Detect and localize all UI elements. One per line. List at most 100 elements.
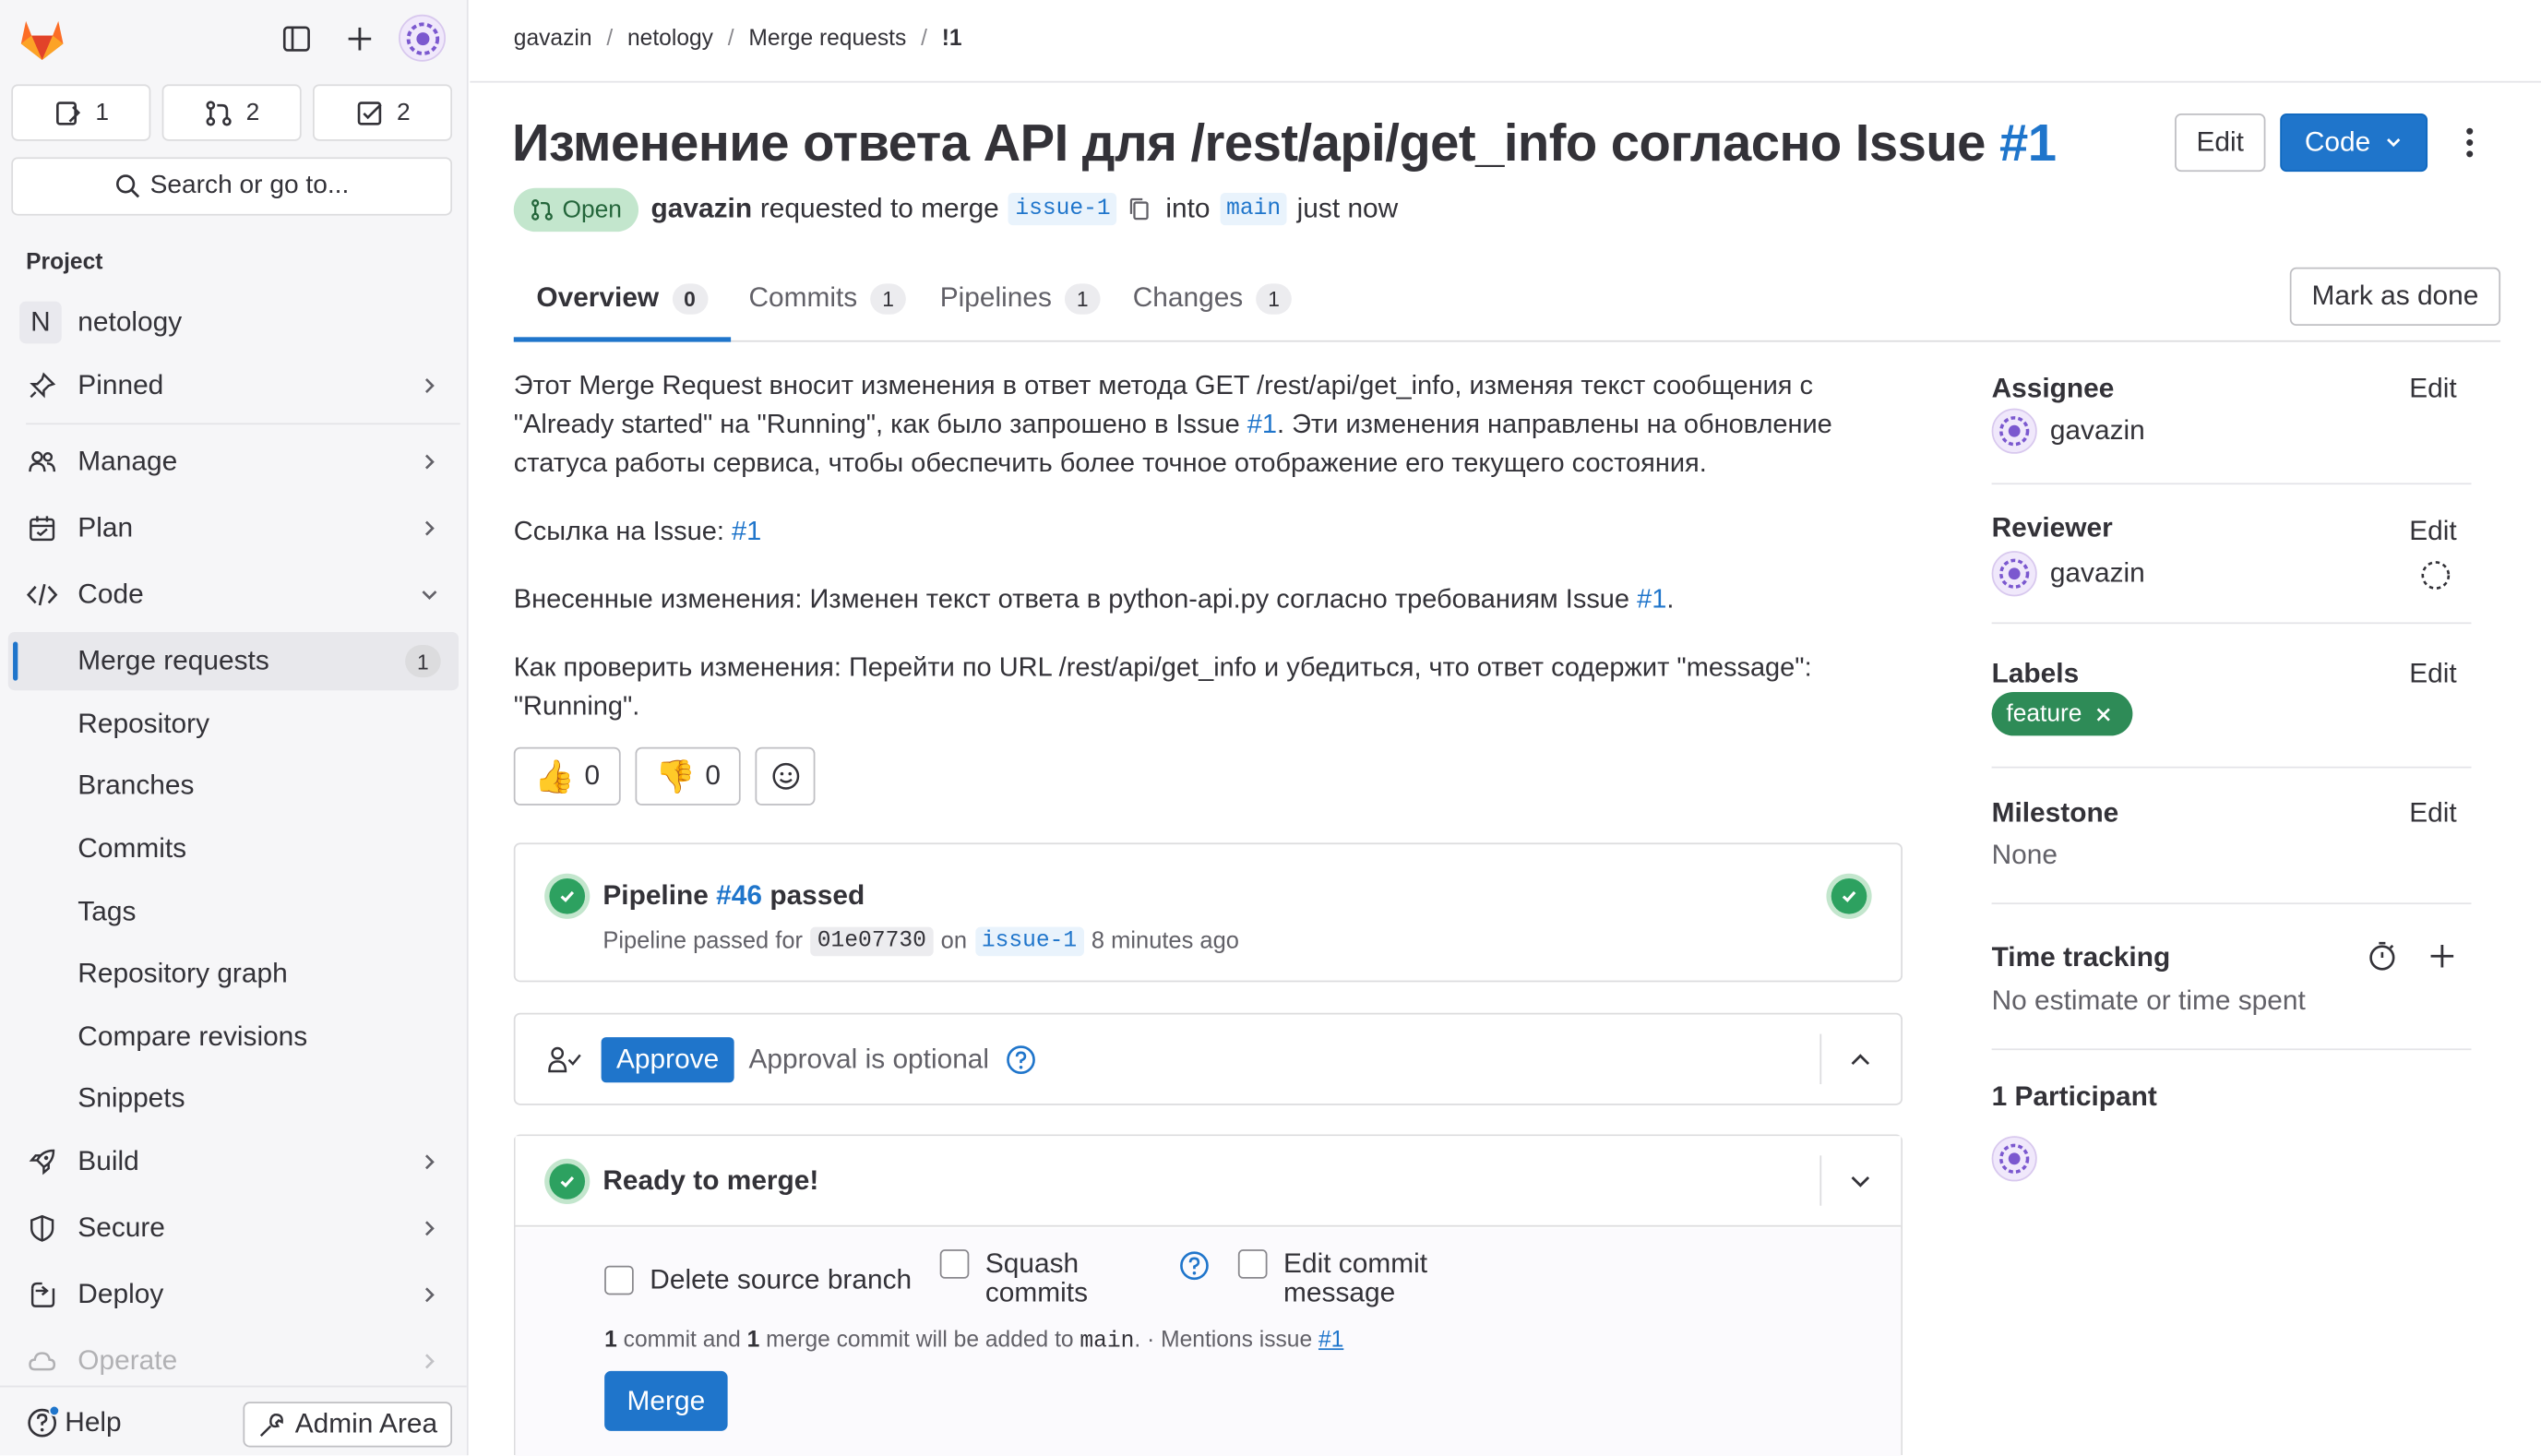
pipeline-on-text: on [940, 928, 968, 955]
merge-info-count: 1 [604, 1325, 617, 1352]
assignee-edit-button[interactable]: Edit [2409, 373, 2456, 405]
code-dropdown-button[interactable]: Code [2280, 113, 2428, 173]
cloud-icon [26, 1345, 58, 1378]
gitlab-logo-icon[interactable] [17, 13, 68, 65]
sidebar-item-deploy[interactable]: Deploy [0, 1266, 467, 1324]
milestone-edit-button[interactable]: Edit [2409, 797, 2456, 829]
labels-edit-button[interactable]: Edit [2409, 658, 2456, 690]
breadcrumb-item[interactable]: netology [627, 24, 713, 50]
participant-avatar[interactable] [1991, 1136, 2037, 1182]
approval-widget: Approve Approval is optional [513, 1012, 1903, 1105]
issue-link[interactable]: #1 [1247, 410, 1277, 439]
sidebar-item-pinned[interactable]: Pinned [0, 356, 467, 414]
merge-requests-count-button[interactable]: 2 [161, 84, 302, 141]
code-icon [26, 579, 58, 611]
merge-request-icon [206, 100, 232, 125]
edit-commit-message-option[interactable]: Edit commit message [1237, 1248, 1427, 1307]
breadcrumb-current[interactable]: !1 [942, 24, 962, 50]
sidebar-item-repository-graph[interactable]: Repository graph [0, 945, 467, 1003]
question-icon[interactable] [1178, 1249, 1211, 1282]
sidebar-item-repository[interactable]: Repository [0, 695, 467, 753]
stopwatch-icon[interactable] [2366, 940, 2398, 973]
issue-link[interactable]: #1 [1999, 113, 2057, 172]
squash-commits-option[interactable]: Squash commits [939, 1248, 1088, 1307]
todos-count-button[interactable]: 2 [312, 84, 453, 141]
mr-description: Этот Merge Request вносит изменения в от… [514, 366, 1891, 756]
pipeline-link[interactable]: #46 [716, 880, 762, 911]
sidebar-item-plan[interactable]: Plan [0, 499, 467, 557]
issue-link[interactable]: #1 [1318, 1326, 1343, 1352]
delete-source-branch-option[interactable]: Delete source branch [604, 1264, 912, 1296]
copy-icon[interactable] [1127, 197, 1152, 222]
sidebar-item-merge-requests[interactable]: Merge requests 1 [0, 632, 467, 690]
reviewer-edit-button[interactable]: Edit [2409, 516, 2456, 548]
sidebar-item-manage[interactable]: Manage [0, 433, 467, 491]
sidebar-item-branches[interactable]: Branches [0, 757, 467, 815]
pipeline-time: 8 minutes ago [1091, 928, 1239, 955]
source-branch[interactable]: issue-1 [1008, 193, 1117, 226]
merge-requests-count: 2 [245, 99, 260, 126]
delete-source-branch-checkbox[interactable] [604, 1265, 634, 1295]
sidebar-item-compare-revisions[interactable]: Compare revisions [0, 1008, 467, 1066]
chevron-down-icon[interactable] [1847, 1168, 1873, 1194]
thumbs-down-count: 0 [705, 759, 722, 792]
sidebar-item-project[interactable]: N netology [0, 293, 467, 352]
squash-commits-checkbox[interactable] [939, 1249, 970, 1279]
edit-commit-message-checkbox[interactable] [1237, 1249, 1268, 1279]
sidebar-item-label: Pinned [78, 369, 164, 400]
breadcrumb-item[interactable]: Merge requests [748, 24, 906, 50]
question-icon[interactable] [1005, 1044, 1037, 1076]
divider [1991, 622, 2472, 625]
plus-icon[interactable] [2428, 941, 2457, 971]
user-avatar[interactable] [399, 14, 447, 62]
breadcrumb-item[interactable]: gavazin [514, 24, 592, 50]
sidebar-item-label: Operate [78, 1344, 178, 1377]
tab-label: Changes [1132, 281, 1244, 313]
pipeline-branch[interactable]: issue-1 [974, 926, 1084, 957]
pipeline-status-icon[interactable] [549, 877, 586, 914]
time-tracking-title: Time tracking [1991, 941, 2171, 973]
mark-as-done-button[interactable]: Mark as done [2289, 267, 2501, 327]
issue-link[interactable]: #1 [732, 517, 761, 546]
sidebar-item-label: Compare revisions [78, 1020, 308, 1052]
reviewer-user[interactable]: gavazin [1991, 551, 2145, 597]
thumbs-up-button[interactable]: 👍 0 [513, 746, 621, 806]
add-reaction-button[interactable] [755, 746, 816, 806]
assignee-user[interactable]: gavazin [1991, 408, 2145, 454]
tab-overview[interactable]: Overview 0 [513, 257, 731, 342]
calendar-icon [26, 512, 58, 544]
commit-sha[interactable]: 01e07730 [810, 926, 933, 957]
label-chip[interactable]: feature [1991, 691, 2132, 736]
pipeline-stage-icon[interactable] [1831, 877, 1867, 914]
create-new-icon[interactable] [339, 18, 381, 60]
edit-button[interactable]: Edit [2175, 113, 2266, 173]
approve-button[interactable]: Approve [601, 1037, 734, 1083]
sidebar-item-secure[interactable]: Secure [0, 1199, 467, 1258]
target-branch[interactable]: main [1220, 193, 1288, 226]
issue-link[interactable]: #1 [1637, 585, 1666, 615]
sidebar-item-snippets[interactable]: Snippets [0, 1069, 467, 1128]
sidebar-item-operate[interactable]: Operate [0, 1332, 467, 1390]
sidebar-item-code[interactable]: Code [0, 566, 467, 624]
admin-area-button[interactable]: Admin Area [243, 1402, 453, 1448]
sidebar-item-build[interactable]: Build [0, 1133, 467, 1191]
project-avatar: N [19, 301, 62, 344]
author-link[interactable]: gavazin [651, 193, 753, 225]
requested-text: requested to merge [759, 193, 999, 224]
tab-changes[interactable]: Changes 1 [1133, 257, 1292, 340]
more-actions-icon[interactable] [2457, 123, 2483, 161]
thumbs-down-button[interactable]: 👎 0 [635, 746, 741, 806]
into-text: into [1165, 193, 1211, 224]
search-button[interactable]: Search or go to... [11, 157, 453, 216]
chevron-up-icon[interactable] [1847, 1047, 1873, 1073]
tab-pipelines[interactable]: Pipelines 1 [940, 257, 1101, 340]
sidebar-item-commits[interactable]: Commits [0, 820, 467, 878]
collapse-sidebar-icon[interactable] [276, 18, 318, 60]
close-icon[interactable] [2094, 706, 2111, 722]
merge-button[interactable]: Merge [604, 1370, 728, 1431]
sidebar-item-label: Merge requests [78, 645, 269, 676]
tab-commits[interactable]: Commits 1 [748, 257, 906, 340]
issues-count-button[interactable]: 1 [11, 84, 151, 141]
sidebar-item-tags[interactable]: Tags [0, 883, 467, 941]
help-button[interactable]: Help [26, 1404, 122, 1439]
